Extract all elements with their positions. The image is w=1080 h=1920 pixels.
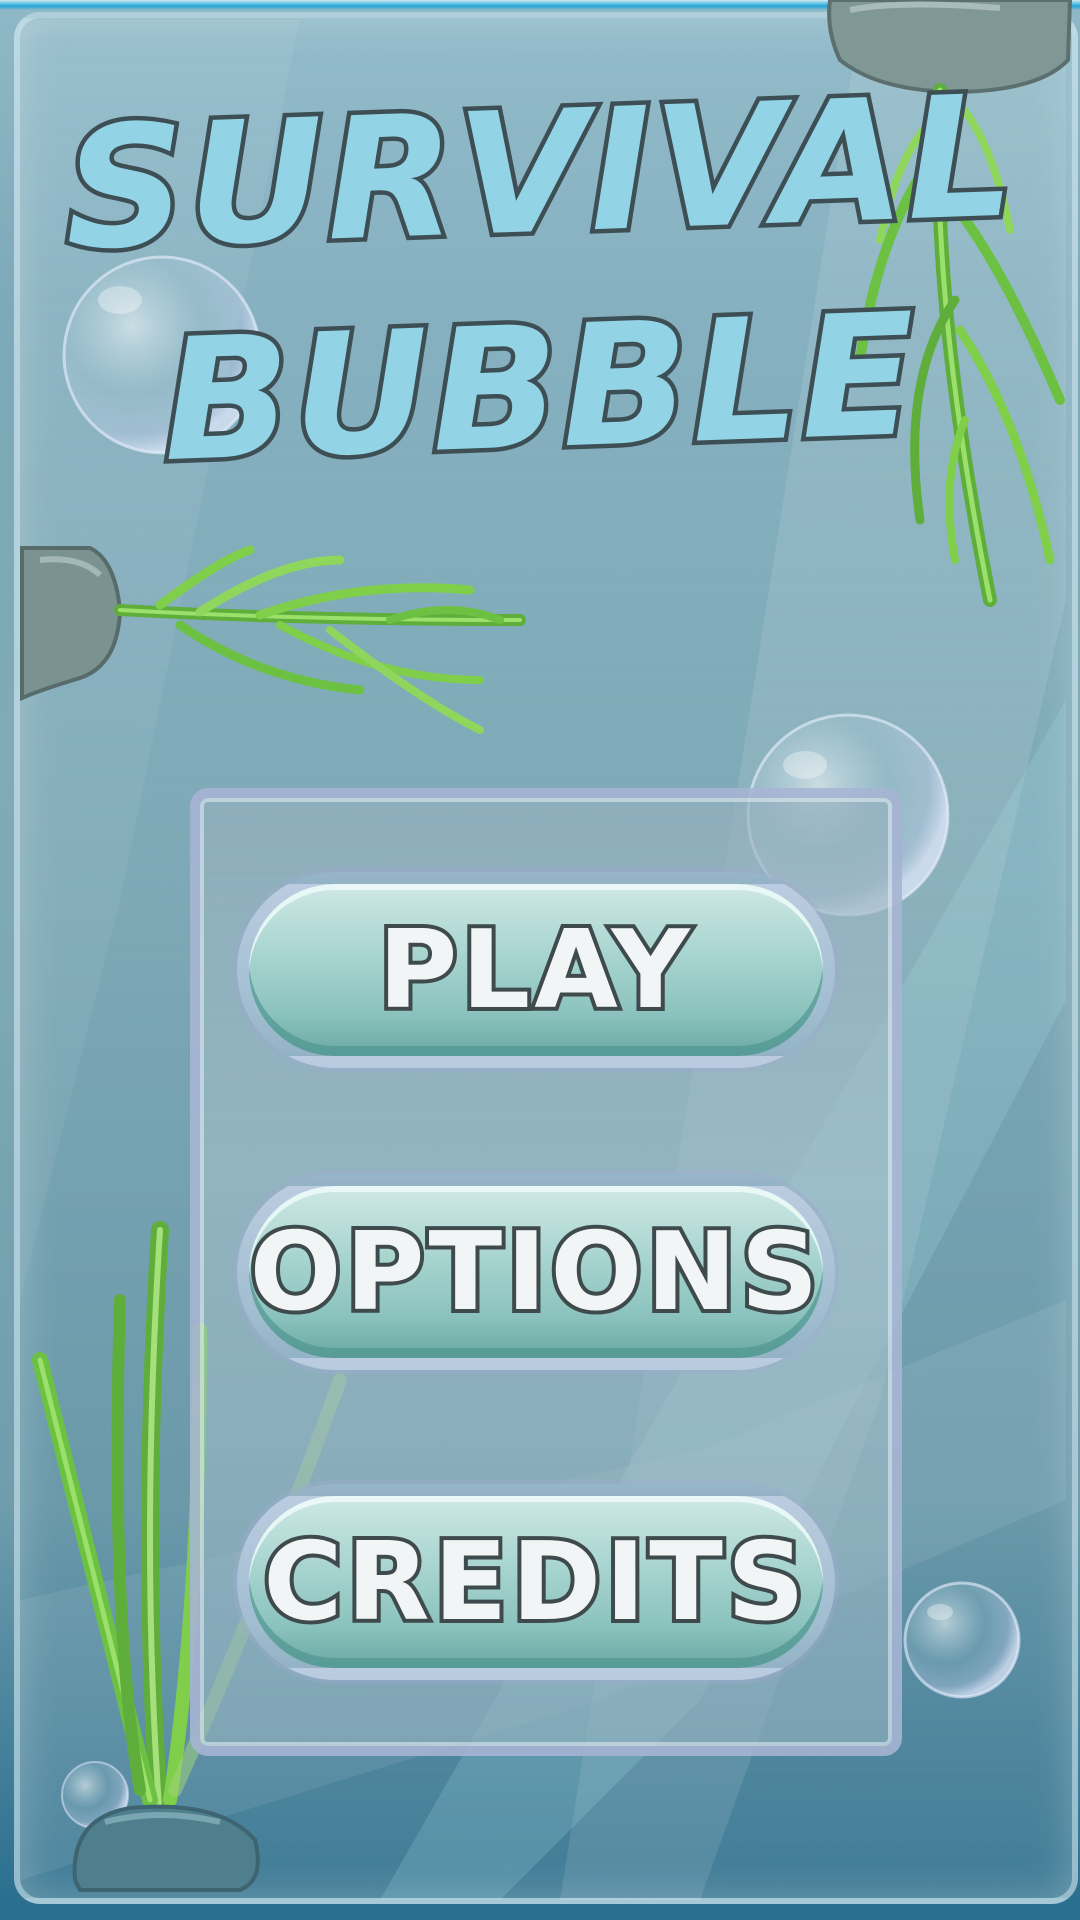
rock-icon [20,546,123,702]
options-button[interactable]: OPTIONS [237,1174,835,1370]
play-button[interactable]: PLAY [237,872,835,1068]
game-title-line1: Survival [57,54,1023,292]
rock-icon [72,1804,260,1892]
credits-button[interactable]: CREDITS [237,1484,835,1680]
play-button-label: PLAY [374,904,694,1037]
seaweed-icon [114,545,526,734]
game-scene: Survival Bubble PLAY OPTIONS CREDITS [0,0,1080,1920]
credits-button-label: CREDITS [259,1516,809,1649]
options-button-label: OPTIONS [246,1206,823,1339]
game-title-line2: Bubble [155,272,925,503]
